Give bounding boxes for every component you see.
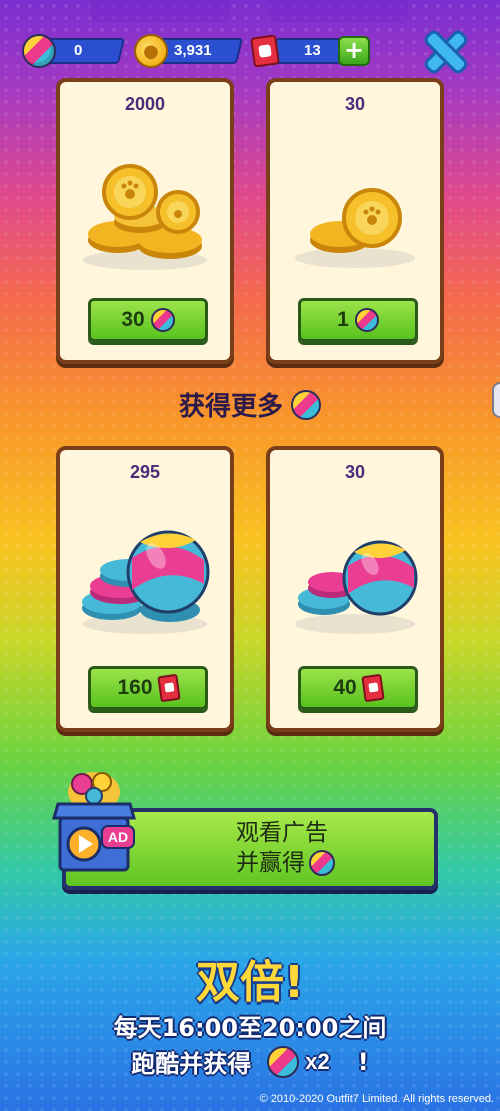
ad-chest-icon: AD (52, 772, 136, 872)
price-label: 30 (121, 308, 145, 331)
top-tab-right (268, 0, 408, 22)
ticket-icon (250, 34, 280, 68)
promo-title: 双倍! (195, 957, 305, 1008)
offer-card-coins-30: 30 1 (266, 78, 444, 364)
offer-card-coins-2000: 2000 30 (56, 78, 234, 364)
ticket-icon (156, 673, 181, 703)
ad-line-2-label: 并赢得 (236, 850, 305, 876)
price-label: 160 (117, 676, 153, 699)
gem-small-icon (295, 540, 418, 634)
buy-button-gems-30[interactable]: 40 (298, 666, 418, 710)
coin-pile-icon (83, 164, 207, 270)
multiplier-label: x2 (305, 1048, 330, 1074)
offer-amount: 30 (344, 462, 366, 482)
coin-small-icon (295, 188, 415, 268)
promo-reward-line: 跑酷并获得 x2 ! (0, 1044, 500, 1079)
promo-exclamation: ! (357, 1047, 369, 1076)
offer-card-gems-30: 30 40 (266, 446, 444, 732)
get-more-label: 获得更多 (178, 392, 283, 422)
buy-button-coins-30[interactable]: 1 (298, 298, 418, 342)
offer-card-gems-295: 295 160 (56, 446, 234, 732)
coin-count: 3,931 (174, 42, 212, 59)
gem-icon (309, 850, 335, 876)
offer-amount: 2000 (124, 94, 166, 114)
top-tab-left (90, 0, 230, 22)
top-bar: 0 ● 3,931 13 + (0, 0, 500, 80)
side-handle[interactable] (492, 382, 500, 418)
add-tickets-button[interactable]: + (338, 36, 370, 66)
close-icon[interactable] (420, 26, 472, 78)
ad-badge: AD (108, 829, 128, 845)
gem-count: 0 (74, 42, 83, 59)
promo-reward-label: 跑酷并获得 (131, 1050, 252, 1078)
price-label: 40 (333, 676, 357, 699)
copyright-text: © 2010-2020 Outfit7 Limited. All rights … (259, 1093, 494, 1105)
buy-button-gems-295[interactable]: 160 (88, 666, 208, 710)
gem-icon (22, 34, 56, 68)
ticket-count: 13 (304, 42, 321, 59)
offer-amount: 30 (344, 94, 366, 114)
ad-text: 观看广告 并赢得 (236, 818, 335, 878)
ticket-icon (360, 673, 385, 703)
get-more-heading: 获得更多 (0, 386, 500, 423)
coin-icon: ● (134, 34, 168, 68)
gem-icon (267, 1045, 300, 1078)
gem-icon (150, 308, 175, 332)
ad-line-2: 并赢得 (236, 848, 335, 878)
buy-button-coins-2000[interactable]: 30 (88, 298, 208, 342)
offer-amount: 295 (129, 462, 161, 482)
price-label: 1 (337, 308, 349, 331)
gem-stack-icon (82, 530, 210, 634)
promo-time-line: 每天16:00至20:00之间 (113, 1014, 387, 1042)
gem-icon (291, 389, 321, 420)
gem-icon (354, 308, 379, 332)
ad-line-1: 观看广告 (236, 820, 328, 846)
